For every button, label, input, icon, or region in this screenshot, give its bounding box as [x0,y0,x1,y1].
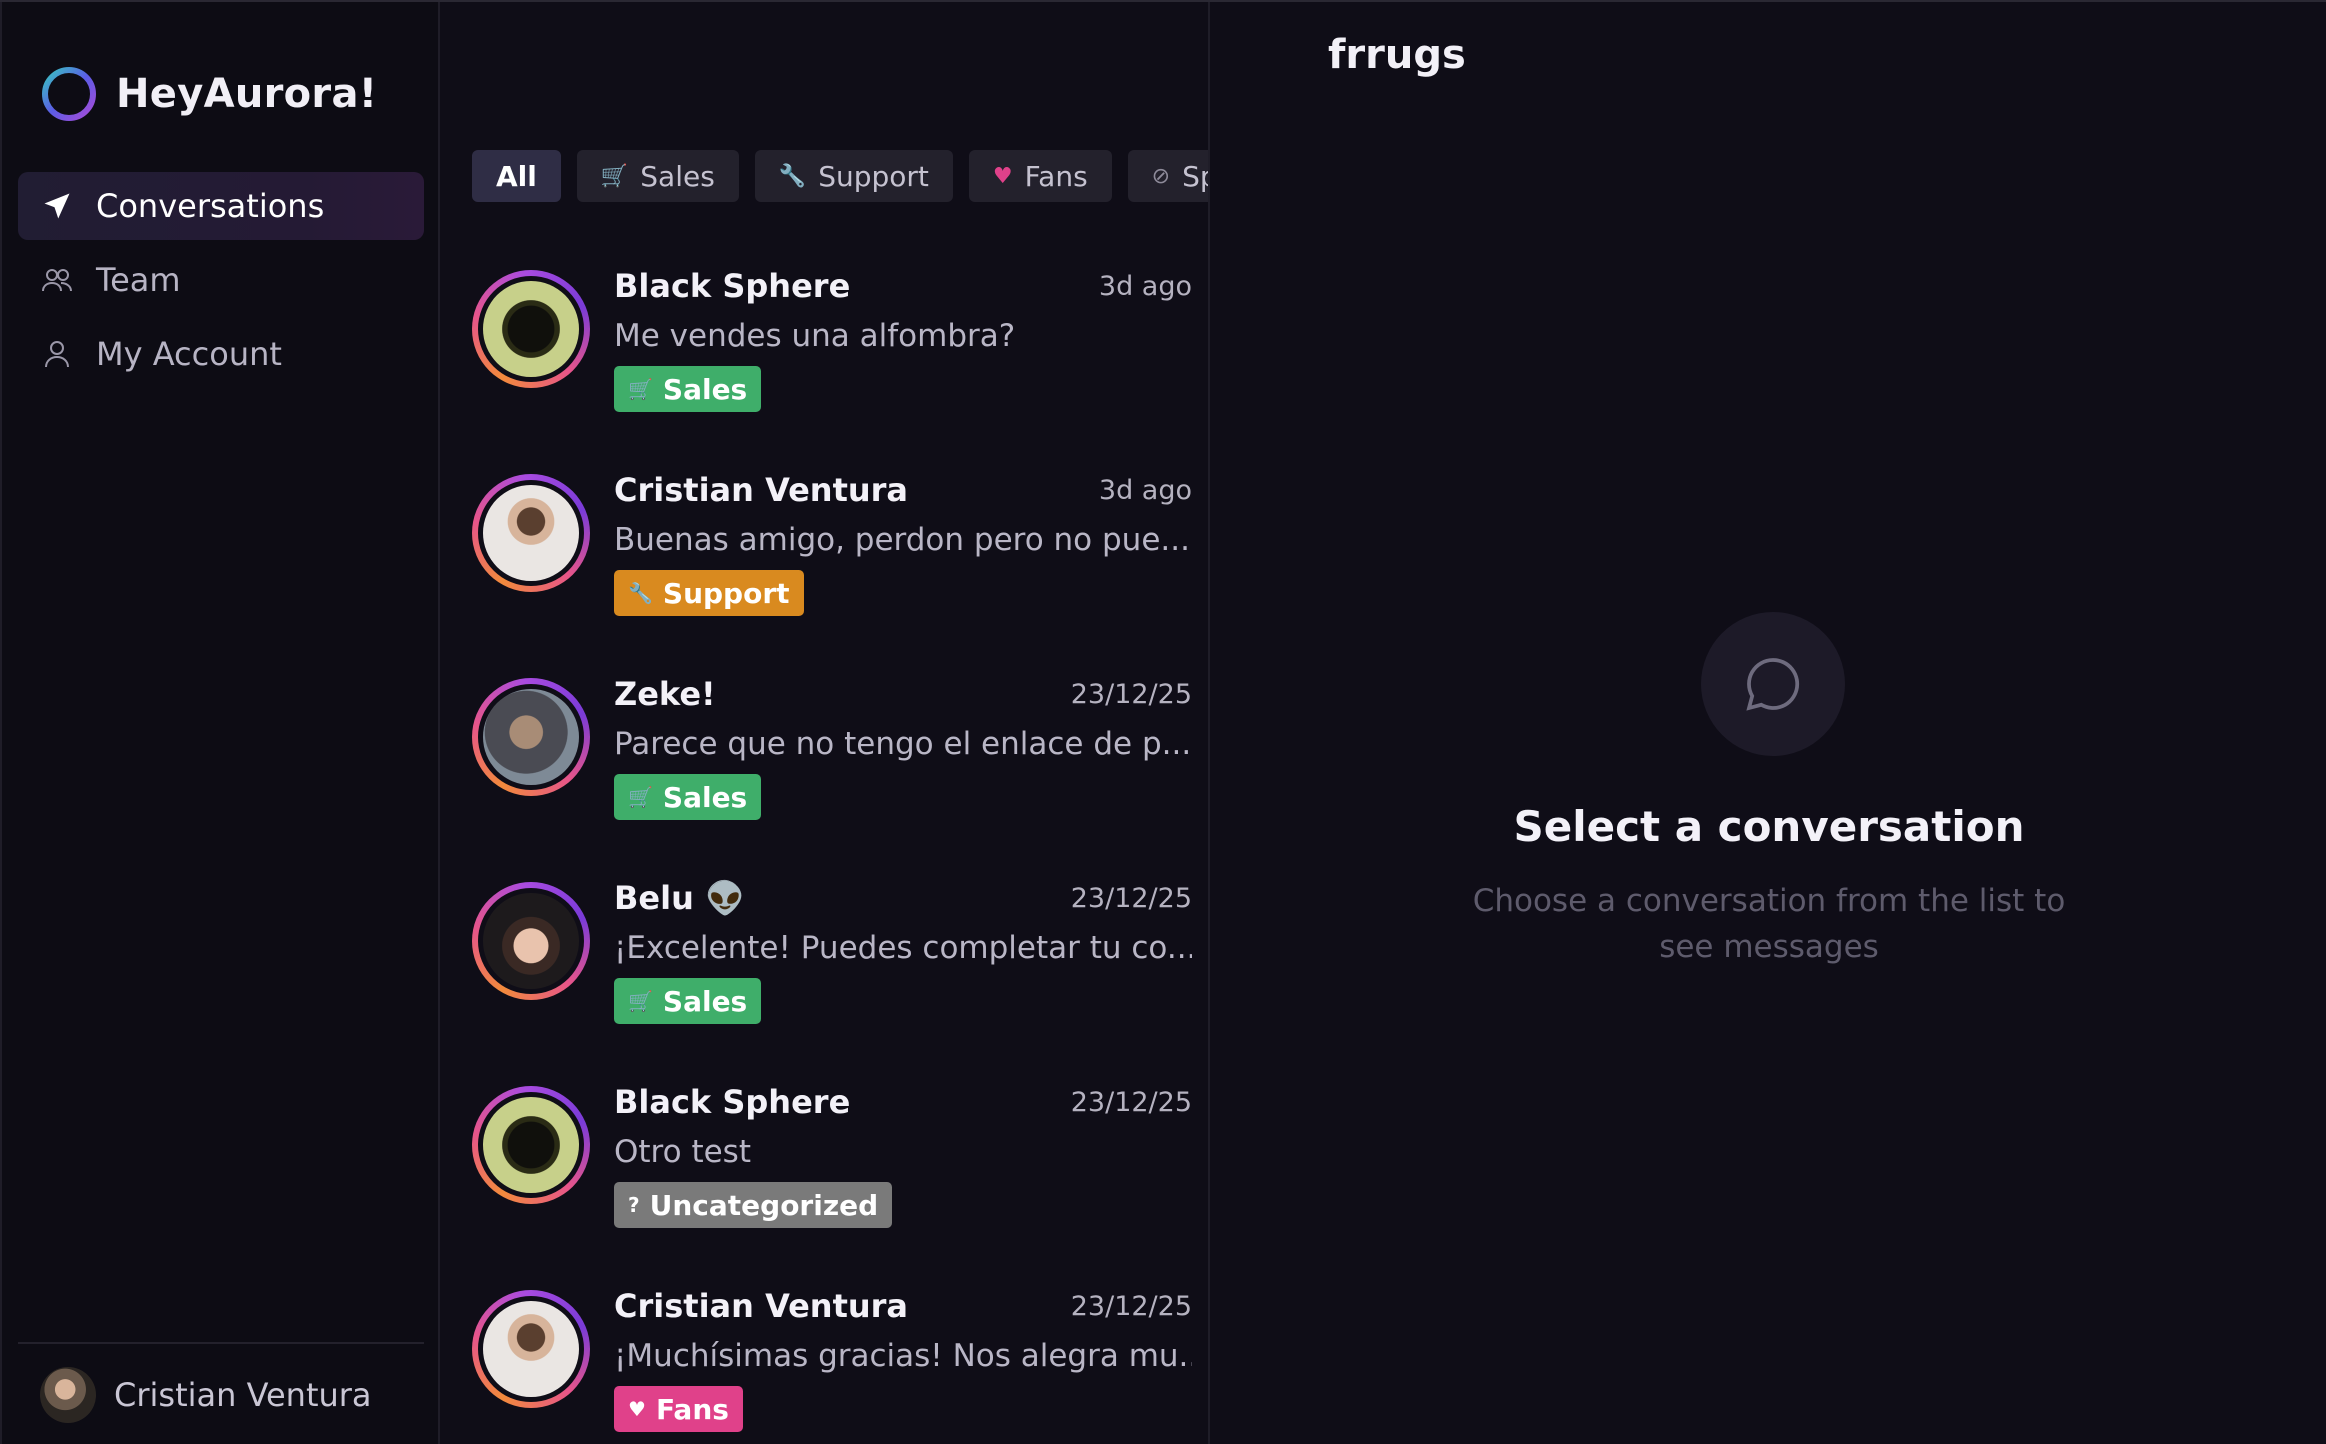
message-preview: Otro test [614,1134,751,1170]
current-user[interactable]: Cristian Ventura [18,1342,424,1444]
contact-name: Zeke! [614,675,716,713]
sidebar-nav: Conversations Team My Account [18,172,424,394]
sidebar-item-label: My Account [96,335,282,373]
question-icon: ? [628,1193,640,1217]
tag-badge: 🛒 Sales [614,774,762,820]
brand-name: HeyAurora! [116,71,378,117]
contact-name: Black Sphere [614,1083,851,1121]
spam-icon: ⊘ [1151,163,1171,189]
avatar [472,678,590,796]
timestamp: 23/12/25 [1070,678,1192,710]
tag-label: Sales [662,984,748,1018]
list-item[interactable]: Cristian Ventura 3d ago Buenas amigo, pe… [472,468,1192,672]
message-preview: Parece que no tengo el enlace de p... [614,726,1192,762]
filter-spam[interactable]: ⊘ Spa [1127,150,1208,202]
cart-icon: 🛒 [628,377,653,401]
brand[interactable]: HeyAurora! [40,64,377,124]
filter-label: Spa [1182,159,1208,193]
sidebar-item-label: Team [96,261,181,299]
filter-support[interactable]: 🔧 Support [754,150,953,202]
sidebar-item-team[interactable]: Team [18,246,424,314]
message-preview: ¡Muchísimas gracias! Nos alegra mu... [614,1338,1192,1374]
team-icon [40,263,74,297]
message-preview: ¡Excelente! Puedes completar tu co... [614,930,1192,966]
tag-badge: 🔧 Support [614,570,804,616]
tag-label: Sales [662,780,748,814]
sidebar: HeyAurora! Conversations Team My Account… [0,2,440,1444]
current-user-name: Cristian Ventura [114,1376,372,1414]
wrench-icon: 🔧 [778,163,807,189]
list-item[interactable]: Black Sphere 3d ago Me vendes una alfomb… [472,264,1192,468]
avatar [40,1367,96,1423]
tag-badge: 🛒 Sales [614,978,762,1024]
tag-label: Support [662,576,790,610]
filter-fans[interactable]: ♥ Fans [968,150,1112,202]
cart-icon: 🛒 [628,989,653,1013]
message-preview: Me vendes una alfombra? [614,318,1016,354]
conversation-list-pane: All 🛒 Sales 🔧 Support ♥ Fans ⊘ Spa [442,2,1210,1444]
filter-label: Support [818,159,929,193]
empty-state-subtitle: Choose a conversation from the list to s… [1472,883,2066,965]
timestamp: 23/12/25 [1070,1086,1192,1118]
contact-name: Black Sphere [614,267,851,305]
list-item[interactable]: Belu 👽 23/12/25 ¡Excelente! Puedes compl… [472,876,1192,1080]
cart-icon: 🛒 [600,163,629,189]
tag-label: Uncategorized [649,1188,879,1222]
filter-bar: All 🛒 Sales 🔧 Support ♥ Fans ⊘ Spa [472,150,1208,204]
conversation-detail-pane: Select a conversation Choose a conversat… [1212,2,2326,1444]
avatar [472,474,590,592]
contact-name: Belu 👽 [614,879,745,917]
tag-label: Sales [662,372,748,406]
sidebar-item-conversations[interactable]: Conversations [18,172,424,240]
avatar [472,1086,590,1204]
wrench-icon: 🔧 [628,581,653,605]
filter-all[interactable]: All [472,150,561,202]
tag-badge: ♥ Fans [614,1386,743,1432]
filter-label: Sales [640,159,715,193]
heart-icon: ♥ [628,1397,646,1421]
timestamp: 3d ago [1098,474,1192,506]
conversation-list: Black Sphere 3d ago Me vendes una alfomb… [472,264,1192,1444]
avatar [472,270,590,388]
send-icon [40,189,74,223]
timestamp: 23/12/25 [1070,882,1192,914]
empty-state-title: Select a conversation [1513,802,2025,851]
list-item[interactable]: Black Sphere 23/12/25 Otro test ? Uncate… [472,1080,1192,1284]
contact-name: Cristian Ventura [614,471,909,509]
tag-label: Fans [655,1392,729,1426]
aurora-logo-icon [42,67,96,121]
tag-badge: ? Uncategorized [614,1182,893,1228]
avatar [472,882,590,1000]
timestamp: 23/12/25 [1070,1290,1192,1322]
user-icon [40,337,74,371]
cart-icon: 🛒 [628,785,653,809]
message-preview: Buenas amigo, perdon pero no pue... [614,522,1190,558]
tag-badge: 🛒 Sales [614,366,762,412]
filter-label: Fans [1024,159,1088,193]
avatar [472,1290,590,1408]
contact-name: Cristian Ventura [614,1287,909,1325]
timestamp: 3d ago [1098,270,1192,302]
filter-label: All [496,159,537,193]
list-item[interactable]: Cristian Ventura 23/12/25 ¡Muchísimas gr… [472,1284,1192,1444]
sidebar-item-label: Conversations [96,187,325,225]
list-item[interactable]: Zeke! 23/12/25 Parece que no tengo el en… [472,672,1192,876]
sidebar-item-my-account[interactable]: My Account [18,320,424,388]
filter-sales[interactable]: 🛒 Sales [576,150,739,202]
heart-icon: ♥ [992,163,1013,189]
chat-bubble-icon [1701,612,1845,756]
app-window: HeyAurora! Conversations Team My Account… [0,0,2326,1444]
